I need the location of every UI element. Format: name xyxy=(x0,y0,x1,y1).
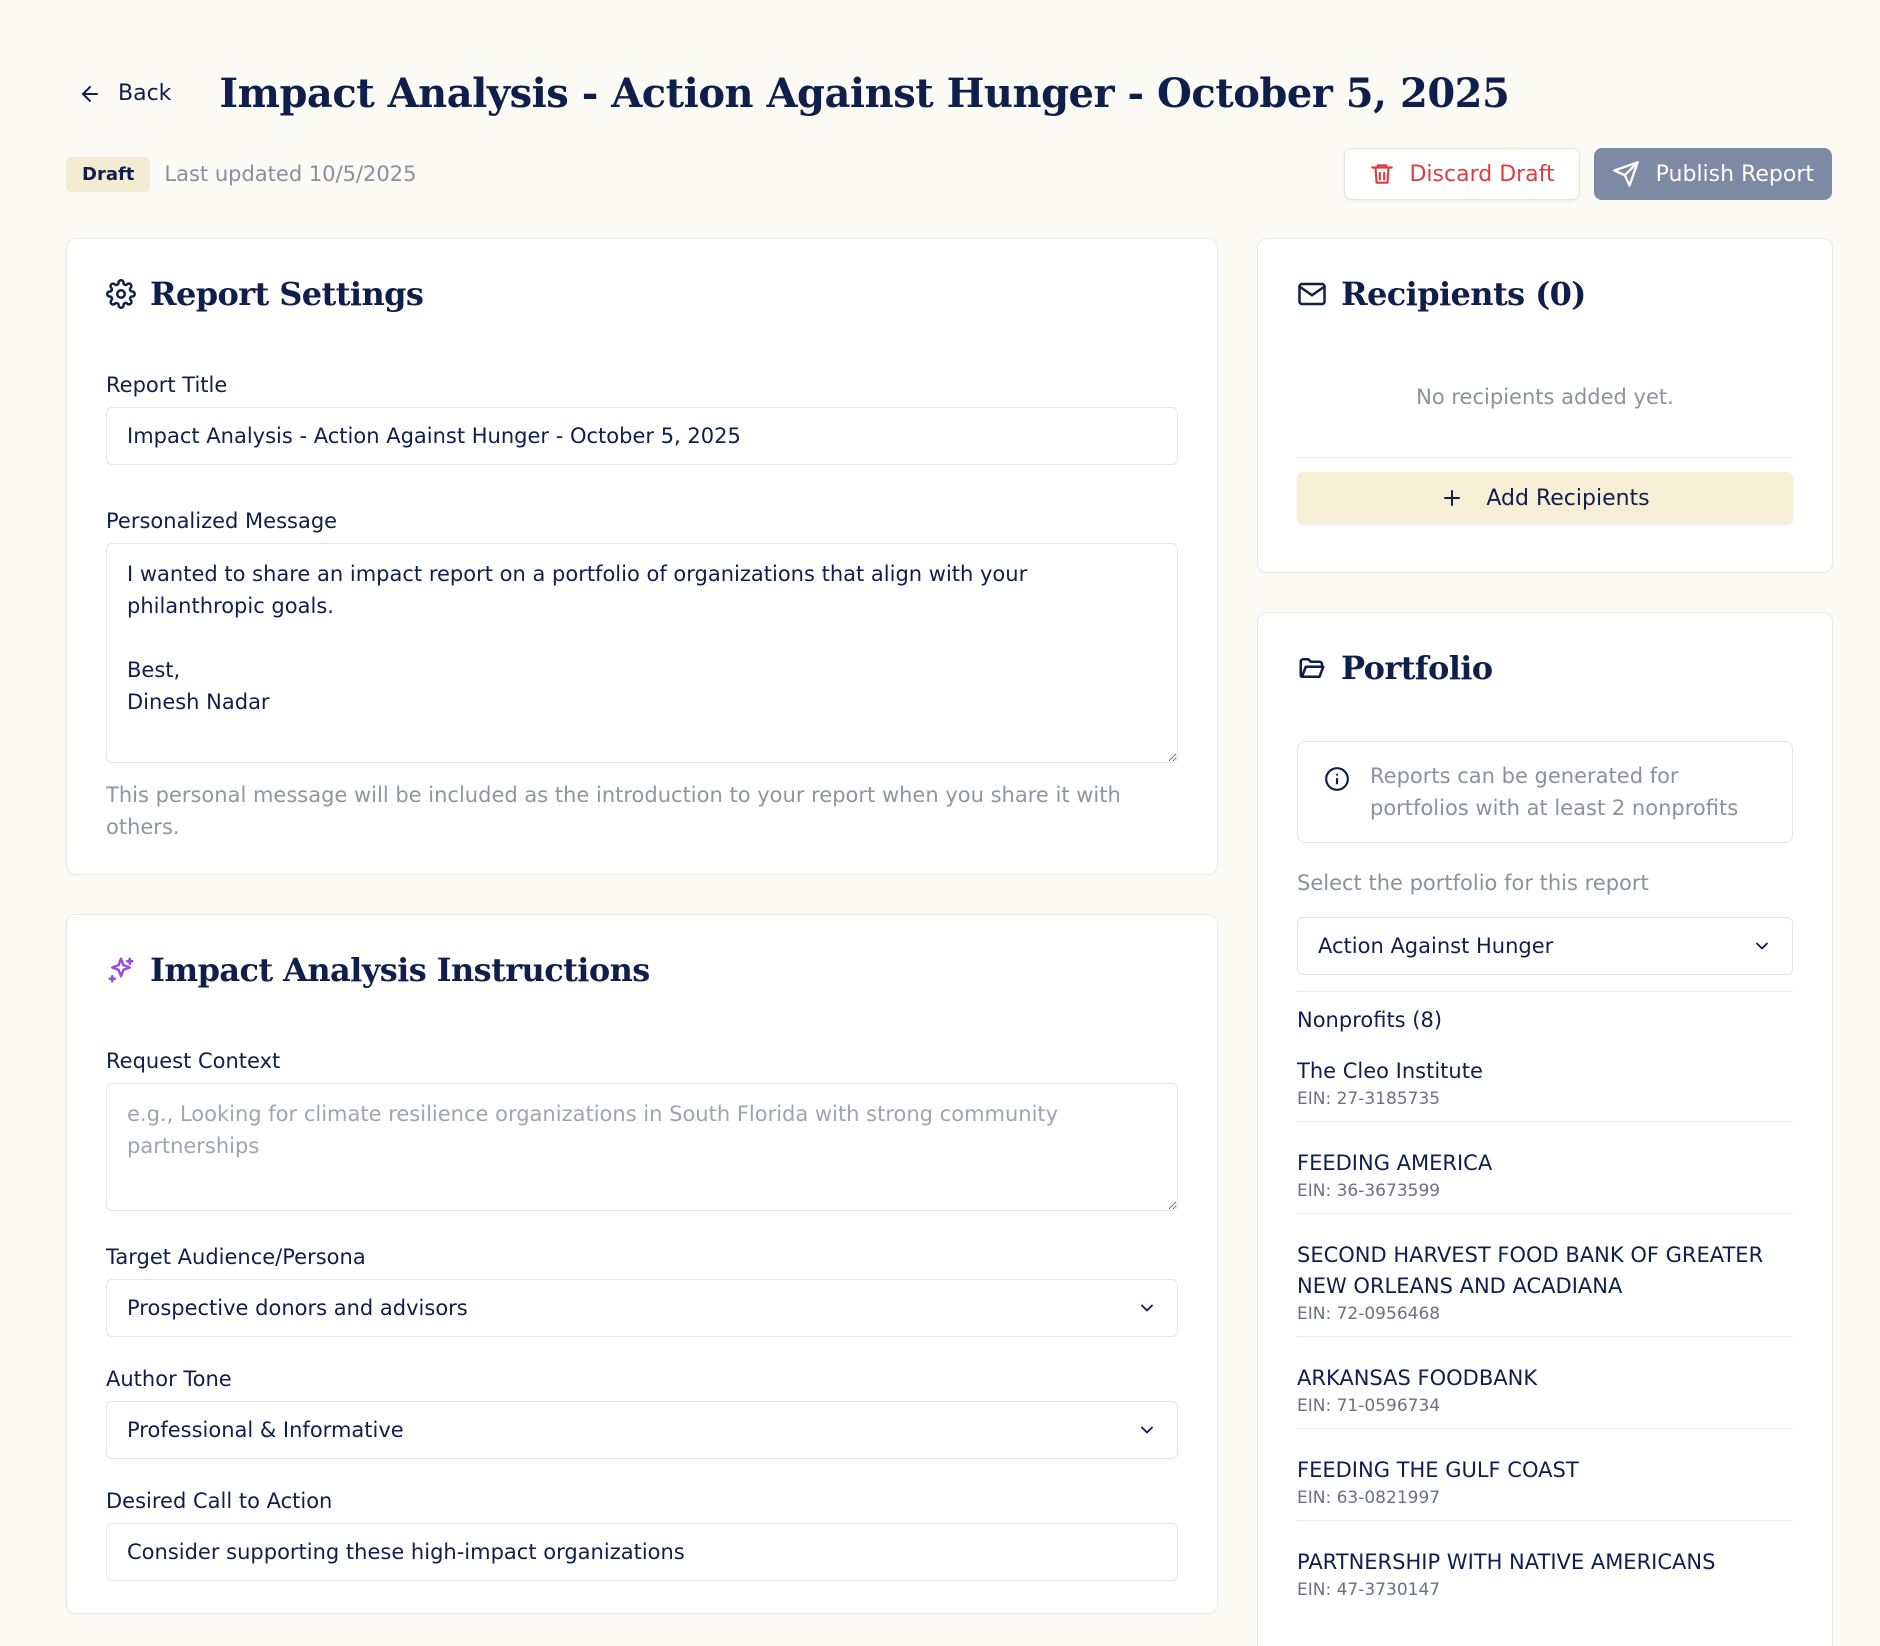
header-actions: Discard Draft Publish Report xyxy=(1344,148,1832,200)
nonprofit-item[interactable]: The Cleo Institute EIN: 27-3185735 xyxy=(1297,1046,1793,1122)
impact-instructions-heading: Impact Analysis Instructions xyxy=(106,951,1178,989)
nonprofit-name: ARKANSAS FOODBANK xyxy=(1297,1366,1538,1390)
arrow-left-icon xyxy=(82,85,98,102)
portfolio-heading: Portfolio xyxy=(1297,649,1793,687)
back-button[interactable]: Back xyxy=(66,75,183,112)
recipients-title: Recipients (0) xyxy=(1341,275,1586,313)
nonprofit-ein: EIN: 36-3673599 xyxy=(1297,1181,1441,1201)
nonprofit-name: FEEDING THE GULF COAST xyxy=(1297,1458,1579,1482)
author-tone-value: Professional & Informative xyxy=(127,1418,404,1442)
back-label: Back xyxy=(118,81,172,106)
request-context-label: Request Context xyxy=(106,1049,281,1073)
recipients-card: Recipients (0) No recipients added yet. … xyxy=(1257,238,1833,573)
chevron-down-icon xyxy=(1141,1304,1153,1312)
report-title-label: Report Title xyxy=(106,373,228,397)
recipients-divider xyxy=(1297,457,1793,458)
nonprofit-item[interactable]: PARTNERSHIP WITH NATIVE AMERICANS EIN: 4… xyxy=(1297,1521,1793,1612)
publish-report-button[interactable]: Publish Report xyxy=(1593,148,1832,200)
nonprofits-heading: Nonprofits (8) xyxy=(1297,1008,1443,1032)
page-header: Back Impact Analysis - Action Against Hu… xyxy=(66,70,1832,117)
gear-icon xyxy=(106,279,136,309)
recipients-heading: Recipients (0) xyxy=(1297,275,1793,313)
trash-icon xyxy=(1371,164,1394,184)
page-title: Impact Analysis - Action Against Hunger … xyxy=(219,70,1510,117)
nonprofit-ein: EIN: 27-3185735 xyxy=(1297,1089,1441,1109)
nonprofit-name: FEEDING AMERICA xyxy=(1297,1151,1493,1175)
add-recipients-button[interactable]: Add Recipients xyxy=(1297,472,1793,524)
nonprofit-item[interactable]: SECOND HARVEST FOOD BANK OF GREATER NEW … xyxy=(1297,1214,1793,1337)
info-icon xyxy=(1325,767,1349,791)
portfolio-selected-value: Action Against Hunger xyxy=(1318,934,1554,958)
plus-icon xyxy=(1444,490,1461,506)
portfolio-select-label: Select the portfolio for this report xyxy=(1297,871,1649,895)
status-row: Draft Last updated 10/5/2025 Discard Dra… xyxy=(66,148,1832,200)
nonprofit-ein: EIN: 47-3730147 xyxy=(1297,1580,1441,1600)
report-title-input[interactable] xyxy=(106,407,1178,465)
nonprofit-item[interactable]: FEEDING THE GULF COAST EIN: 63-0821997 xyxy=(1297,1429,1793,1521)
impact-instructions-card: Impact Analysis Instructions Request Con… xyxy=(66,914,1218,1614)
impact-instructions-title: Impact Analysis Instructions xyxy=(150,951,650,989)
nonprofit-ein: EIN: 71-0596734 xyxy=(1297,1396,1441,1416)
discard-draft-button[interactable]: Discard Draft xyxy=(1344,148,1580,200)
last-updated: Last updated 10/5/2025 xyxy=(164,162,417,186)
author-tone-label: Author Tone xyxy=(106,1367,232,1391)
portfolio-title: Portfolio xyxy=(1341,649,1493,687)
nonprofit-item[interactable]: FEEDING AMERICA EIN: 36-3673599 xyxy=(1297,1122,1793,1214)
target-audience-select[interactable]: Prospective donors and advisors xyxy=(106,1279,1178,1337)
folder-open-icon xyxy=(1299,658,1325,678)
portfolio-select[interactable]: Action Against Hunger xyxy=(1297,917,1793,975)
nonprofit-item[interactable]: ARKANSAS FOODBANK EIN: 71-0596734 xyxy=(1297,1337,1793,1429)
nonprofit-ein: EIN: 72-0956468 xyxy=(1297,1304,1441,1324)
author-tone-select[interactable]: Professional & Informative xyxy=(106,1401,1178,1459)
publish-label: Publish Report xyxy=(1655,161,1814,187)
mail-icon xyxy=(1298,282,1326,306)
nonprofit-name: PARTNERSHIP WITH NATIVE AMERICANS xyxy=(1297,1550,1716,1574)
sparkle-icon xyxy=(108,957,134,983)
nonprofit-name: The Cleo Institute xyxy=(1297,1059,1483,1083)
chevron-down-icon xyxy=(1141,1426,1153,1434)
target-audience-value: Prospective donors and advisors xyxy=(127,1296,468,1320)
nonprofit-ein: EIN: 63-0821997 xyxy=(1297,1488,1441,1508)
nonprofit-list: The Cleo Institute EIN: 27-3185735 FEEDI… xyxy=(1297,1046,1793,1612)
report-settings-title: Report Settings xyxy=(150,275,424,313)
page: Back Impact Analysis - Action Against Hu… xyxy=(0,0,1880,1646)
portfolio-info-box: Reports can be generated for portfolios … xyxy=(1297,741,1793,843)
personalized-message-label: Personalized Message xyxy=(106,509,338,533)
send-icon xyxy=(1612,161,1639,187)
discard-label: Discard Draft xyxy=(1409,161,1555,187)
call-to-action-label: Desired Call to Action xyxy=(106,1489,333,1513)
call-to-action-input[interactable] xyxy=(106,1523,1178,1581)
status-badge: Draft xyxy=(66,156,151,192)
chevron-down-icon xyxy=(1756,942,1768,950)
personalized-message-textarea[interactable]: I wanted to share an impact report on a … xyxy=(106,543,1178,763)
report-settings-heading: Report Settings xyxy=(106,275,1178,313)
recipients-empty-text: No recipients added yet. xyxy=(1416,385,1674,409)
nonprofit-name: SECOND HARVEST FOOD BANK OF GREATER NEW … xyxy=(1297,1243,1764,1298)
report-settings-card: Report Settings Report Title Personalize… xyxy=(66,238,1218,875)
add-recipients-label: Add Recipients xyxy=(1486,485,1650,511)
target-audience-label: Target Audience/Persona xyxy=(106,1245,366,1269)
portfolio-card: Portfolio Reports can be generated for p… xyxy=(1257,612,1833,1646)
personalized-message-hint: This personal message will be included a… xyxy=(106,783,1121,839)
portfolio-info-text: Reports can be generated for portfolios … xyxy=(1370,764,1739,820)
request-context-textarea[interactable] xyxy=(106,1083,1178,1211)
portfolio-divider xyxy=(1297,991,1793,992)
